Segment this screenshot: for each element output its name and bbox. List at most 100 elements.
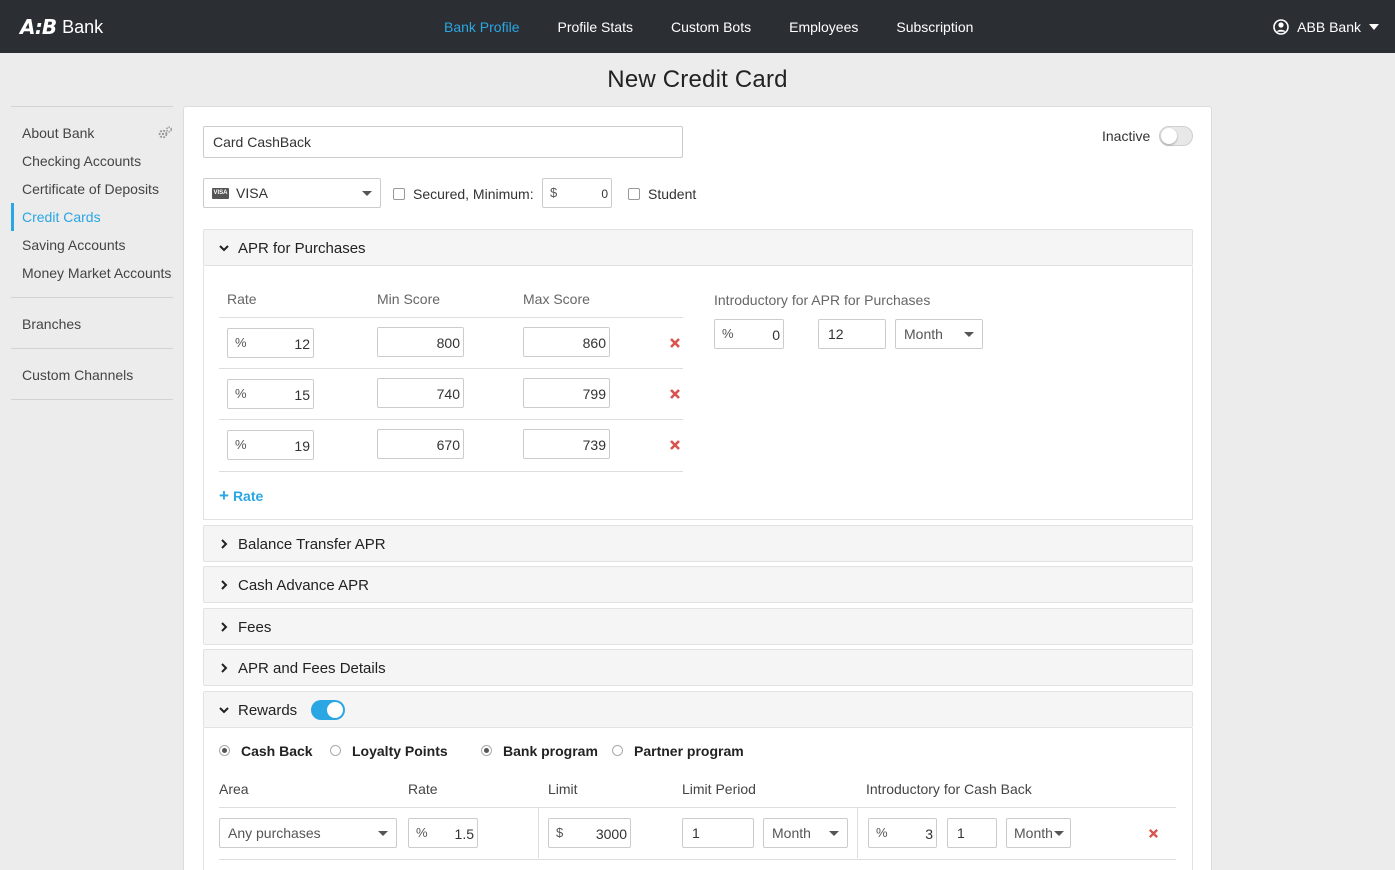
gear-icon[interactable] [157,125,173,141]
chevron-down-icon [378,831,388,836]
sidebar-item-custom-channels[interactable]: Custom Channels [11,361,173,389]
delete-icon[interactable] [669,337,681,349]
cash-advance-apr-header[interactable]: Cash Advance APR [203,566,1193,603]
intro-rate-input[interactable]: % 0 [714,319,784,349]
student-checkbox[interactable] [628,188,640,200]
nav-profile-stats[interactable]: Profile Stats [557,19,632,35]
apr-rate-input[interactable]: % 15 [227,379,314,409]
delete-icon[interactable] [1148,828,1159,839]
limit-period-value: Month [772,825,811,841]
rate-value: 12 [294,336,310,352]
card-name-input[interactable]: Card CashBack [203,126,683,158]
fees-header[interactable]: Fees [203,608,1193,645]
cash-back-radio[interactable] [219,745,230,756]
delete-icon[interactable] [669,388,681,400]
sidebar-item-about-bank[interactable]: About Bank [11,119,173,147]
intro-rate-value: 0 [772,327,780,343]
panel-title: Rewards [238,702,298,719]
panel-title: Fees [238,619,272,636]
min-score-input[interactable]: 800 [377,327,464,357]
brand-logo[interactable]: A:B Bank [20,15,103,39]
col-header-min-score: Min Score [377,291,441,307]
secured-label: Secured, Minimum: [413,186,534,202]
intro-cash-back-rate-value: 3 [925,826,933,842]
brand-mark: A:B [20,15,57,39]
max-score-input[interactable]: 799 [523,378,610,408]
delete-icon[interactable] [669,439,681,451]
chevron-right-icon [221,539,228,549]
col-header-intro-cash-back: Introductory for Cash Back [866,781,1032,797]
apr-fees-details-header[interactable]: APR and Fees Details [203,649,1193,686]
network-value: VISA [236,185,268,201]
secured-checkbox[interactable] [393,188,405,200]
sidebar-item-branches[interactable]: Branches [11,310,173,338]
main-nav: Bank Profile Profile Stats Custom Bots E… [444,0,1011,53]
min-score-input[interactable]: 740 [377,378,464,408]
nav-employees[interactable]: Employees [789,19,858,35]
chevron-down-icon [964,332,974,337]
nav-bank-profile[interactable]: Bank Profile [444,19,519,35]
limit-period-select[interactable]: Month [763,818,848,848]
intro-cash-back-count-input[interactable]: 1 [947,818,997,848]
sidebar-item-checking-accounts[interactable]: Checking Accounts [11,147,173,175]
rate-value: 15 [294,387,310,403]
add-rate-label: Rate [232,488,264,504]
sidebar-item-credit-cards[interactable]: Credit Cards [11,203,173,231]
sidebar-group-branches: Branches [11,297,173,348]
partner-program-radio[interactable] [612,745,623,756]
max-score-value: 860 [582,335,606,351]
sidebar: About Bank Checking Accounts Certificate… [11,106,173,400]
panel-title: APR and Fees Details [238,660,386,677]
row-divider [219,859,1176,860]
chevron-down-icon [829,831,839,836]
page-title: New Credit Card [607,66,788,93]
rewards-body: Cash Back Loyalty Points Bank program Pa… [203,728,1193,870]
max-score-input[interactable]: 860 [523,327,610,357]
limit-period-count-input[interactable]: 1 [682,818,754,848]
intro-period-count-input[interactable]: 12 [818,319,886,349]
apr-purchases-header[interactable]: APR for Purchases [203,229,1193,266]
intro-cash-back-period-select[interactable]: Month [1006,818,1071,848]
sidebar-item-saving-accounts[interactable]: Saving Accounts [11,231,173,259]
apr-rate-input[interactable]: % 19 [227,430,314,460]
secured-minimum-value: 0 [601,187,608,201]
secured-minimum-input[interactable]: $ 0 [542,178,612,208]
currency-prefix: $ [550,185,558,200]
network-select[interactable]: VISA VISA [203,178,381,208]
percent-prefix: % [416,825,428,840]
visa-card-icon: VISA [212,188,229,199]
sidebar-item-certificate-of-deposits[interactable]: Certificate of Deposits [11,175,173,203]
apr-purchases-body: Rate Min Score Max Score % 12 800 860 % … [203,266,1193,520]
reward-area-select[interactable]: Any purchases [219,818,397,848]
reward-rate-value: 1.5 [454,826,474,842]
loyalty-points-radio[interactable] [330,745,341,756]
col-header-area: Area [219,781,249,797]
max-score-value: 739 [582,437,606,453]
user-menu[interactable]: ABB Bank [1273,0,1379,53]
rate-value: 19 [294,438,310,454]
reward-rate-input[interactable]: % 1.5 [408,818,478,848]
panel-title: Balance Transfer APR [238,536,386,553]
max-score-input[interactable]: 739 [523,429,610,459]
percent-prefix: % [235,437,247,452]
cash-back-label: Cash Back [241,743,313,759]
nav-subscription[interactable]: Subscription [896,19,973,35]
add-rate-button[interactable]: + Rate [219,486,263,506]
intro-period-select[interactable]: Month [895,319,983,349]
bank-program-radio[interactable] [481,745,492,756]
chevron-down-icon [1369,23,1379,30]
reward-limit-input[interactable]: $ 3000 [548,818,631,848]
user-icon [1273,18,1289,35]
percent-prefix: % [235,386,247,401]
min-score-input[interactable]: 670 [377,429,464,459]
nav-custom-bots[interactable]: Custom Bots [671,19,751,35]
active-toggle[interactable] [1159,126,1193,146]
sidebar-item-money-market-accounts[interactable]: Money Market Accounts [11,259,173,287]
apr-rate-input[interactable]: % 12 [227,328,314,358]
rewards-toggle[interactable] [311,700,345,720]
rewards-header[interactable]: Rewards [203,691,1193,728]
min-score-value: 740 [436,386,460,402]
reward-limit-value: 3000 [595,826,627,842]
intro-cash-back-rate-input[interactable]: % 3 [868,818,937,848]
balance-transfer-apr-header[interactable]: Balance Transfer APR [203,525,1193,562]
